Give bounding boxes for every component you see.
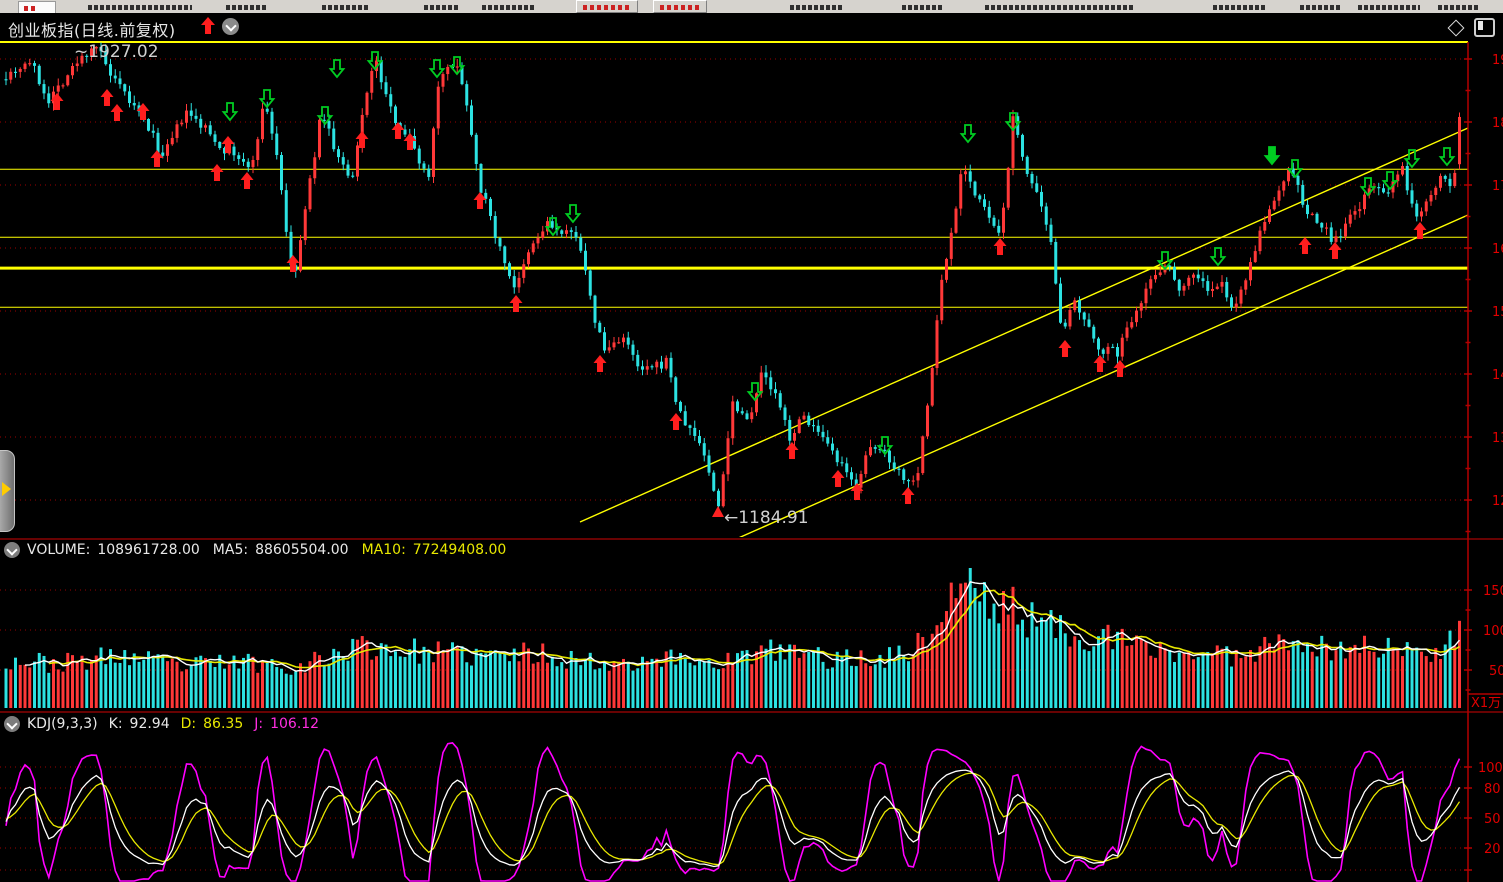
buy-arrow-icon [1414,222,1427,239]
trendlines [580,128,1468,555]
gridlines [0,59,1468,870]
buy-arrow-icon [1329,242,1342,259]
low-price-annotation: ←1184.91 [724,508,809,528]
sell-arrow-icon [962,125,975,142]
toolbar-item[interactable] [985,5,1135,10]
toolbar-item[interactable] [1213,5,1265,10]
axis-label: 15000 [1483,584,1503,599]
diamond-icon[interactable] [1448,19,1465,36]
buy-arrow-icon [241,172,254,189]
buy-arrow-icon [832,470,845,487]
expand-right-icon [2,482,11,496]
axis-label: 1400 [1492,368,1503,383]
buy-arrow-icon [1094,355,1107,372]
volume-bars [5,568,1462,708]
k-line [6,770,1460,866]
axis-label: 5000 [1489,664,1503,679]
axis-label: 1900 [1492,53,1503,68]
k-value: 92.94 [130,716,170,732]
kdj-pane-header: KDJ(9,3,3) K: 92.94 D: 86.35 J: 106.12 [4,716,319,732]
toolbar-item[interactable] [902,5,944,10]
j-value: 106.12 [270,716,319,732]
signal-arrows [51,52,1454,504]
trend-up-arrow-icon [200,17,216,35]
axis-label: 1200 [1492,494,1503,509]
axis-label: 10000 [1483,624,1503,639]
axis-label: 1800 [1492,116,1503,131]
buy-arrow-icon [510,295,523,312]
chevron-down-icon[interactable] [222,18,239,35]
low-marker-icon [712,506,724,517]
buy-arrow-icon [211,164,224,181]
toolbar-item[interactable] [88,5,192,10]
volume-unit-label: X1万 [1471,696,1501,711]
toolbar-item[interactable] [322,5,368,10]
sell-arrow-icon [1266,147,1279,164]
buy-arrow-icon [1059,340,1072,357]
volume-pane-header: VOLUME: 108961728.00 MA5: 88605504.00 MA… [4,542,506,558]
buy-arrow-icon [1299,237,1312,254]
volume-collapse-icon[interactable] [4,542,20,558]
k-label: K: [109,716,123,732]
axis-label: 1300 [1492,431,1503,446]
toolbar-item[interactable] [1358,5,1420,10]
axis-label: 1500 [1492,305,1503,320]
axis-label: 1600 [1492,242,1503,257]
toolbar-item[interactable] [1300,5,1340,10]
d-line [6,773,1460,865]
sidebar-expand-handle[interactable] [0,450,15,532]
ma10-value: 77249408.00 [413,542,507,558]
kdj-lines [6,743,1460,881]
sell-arrow-icon [567,205,580,222]
price-levels [0,42,1468,307]
ma5-value: 88605504.00 [255,542,349,558]
high-price-annotation: ~1927.02 [74,42,159,62]
toolbar-item[interactable] [790,5,842,10]
volume-label: VOLUME: [27,542,90,558]
toolbar-button[interactable] [576,0,638,13]
chart-canvas[interactable]: ~1927.02 ←1184.91 1900 1800 1700 1600 1500 1400… [0,0,1503,882]
kdj-label: KDJ(9,3,3) [27,716,98,732]
candles [5,43,1462,513]
axis-label: 100 [1478,761,1503,776]
axis-label: 20 [1484,842,1501,857]
symbol-title: 创业板指(日线.前复权) [8,17,176,41]
sell-arrow-icon [1441,148,1454,165]
buy-arrow-icon [902,487,915,504]
volume-value: 108961728.00 [97,542,199,558]
axis-label: 1700 [1492,179,1503,194]
toolbar-item[interactable] [226,5,266,10]
axis-label: 80 [1484,782,1501,797]
d-value: 86.35 [203,716,243,732]
sell-arrow-icon [1289,160,1302,177]
buy-arrow-icon [392,122,405,139]
toolbar-item[interactable] [482,5,534,10]
chart-titlebar: 创业板指(日线.前复权) [0,13,1503,40]
annotations: ~1927.02 ←1184.91 [74,42,809,528]
ma5-label: MA5: [213,542,248,558]
kdj-collapse-icon[interactable] [4,716,20,732]
buy-arrow-icon [786,442,799,459]
sell-arrow-icon [224,103,237,120]
sell-arrow-icon [331,60,344,77]
buy-arrow-icon [101,89,114,106]
buy-arrow-icon [994,238,1007,255]
price-axis: 1900 1800 1700 1600 1500 1400 1300 1200 15000 100… [1464,42,1503,882]
buy-arrow-icon [670,413,683,430]
toolbar-item[interactable] [424,5,460,10]
sell-arrow-icon [1384,172,1397,189]
buy-arrow-icon [111,104,124,121]
axis-label: 50 [1484,812,1501,827]
toolbar-item[interactable] [1438,5,1478,10]
toolbar-button[interactable] [653,0,707,13]
buy-arrow-icon [594,355,607,372]
d-label: D: [181,716,197,732]
j-label: J: [254,716,263,732]
ma10-label: MA10: [362,542,406,558]
app-root: ~1927.02 ←1184.91 1900 1800 1700 1600 1500 1400… [0,0,1503,882]
sell-arrow-icon [1212,248,1225,265]
panel-toggle-icon[interactable] [1474,18,1495,37]
